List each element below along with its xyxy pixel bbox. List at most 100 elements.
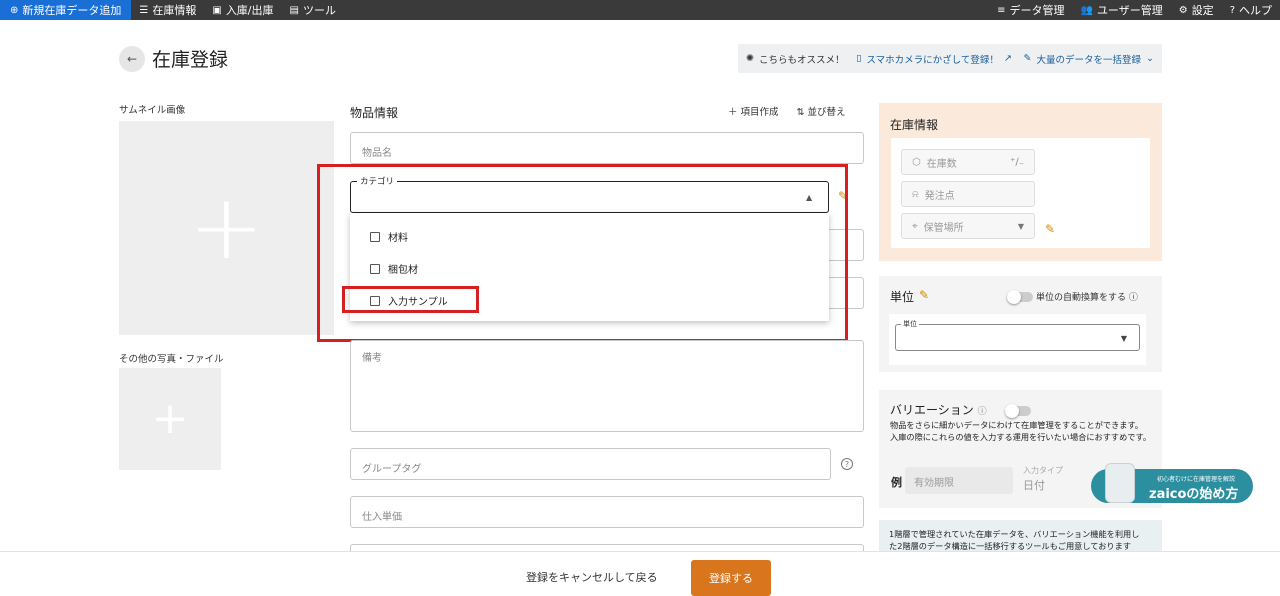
sort-button[interactable]: ⇅ 並び替え [797, 104, 846, 118]
nav-tools[interactable]: ▤ ツール [282, 0, 344, 20]
caret-down-icon: ▼ [1017, 221, 1024, 231]
nav-help-label: ヘルプ [1239, 4, 1272, 17]
recommend-label: こちらもオススメ！ [758, 54, 845, 66]
nav-inout-label: 入庫/出庫 [225, 4, 274, 17]
bell-icon: ⍾ [912, 188, 919, 200]
pencil-icon: ✎ [1023, 53, 1032, 64]
variation-toggle[interactable] [1005, 404, 1031, 418]
variation-description: 物品をさらに細かいデータにわけて在庫管理をすることができます。 入庫の際にこれら… [890, 420, 1158, 443]
bulk-register-link[interactable]: 大量のデータを一括登録 [1037, 52, 1142, 66]
lightbulb-icon: ✺ [746, 53, 754, 64]
notice-line1: 1階層で管理されていた在庫データを、バリエーション機能を利用し [889, 529, 1140, 539]
new-item-button[interactable]: ⊕ 新規在庫データ追加 [0, 0, 132, 20]
input-type-value[interactable]: 日付 [1023, 477, 1045, 493]
nav-data-management-label: データ管理 [1009, 4, 1065, 17]
person-icon [1105, 463, 1135, 503]
variation-example-input[interactable]: 有効期限 [905, 467, 1013, 494]
sort-icon: ⇅ [796, 107, 808, 118]
stock-info-title: 在庫情報 [890, 118, 939, 132]
toolbox-icon: ▤ [289, 4, 299, 16]
sort-label: 並び替え [807, 107, 846, 118]
add-field-label: 項目作成 [740, 107, 779, 118]
thumbnail-upload[interactable]: + [119, 121, 334, 335]
other-files-upload[interactable]: + [119, 368, 221, 470]
gear-icon: ⚙ [1178, 4, 1188, 16]
edit-unit-icon[interactable]: ✎ [919, 288, 929, 302]
stock-info-body: ⬡ 在庫数 ⁺∕₋ ⍾ 発注点 ⌖ 保管場所 ▼ ✎ [891, 138, 1150, 248]
reorder-point-field[interactable]: ⍾ 発注点 [901, 181, 1035, 207]
page-title: 在庫登録 [152, 49, 229, 71]
external-link-icon: ↗ [1003, 53, 1012, 64]
nav-user-management[interactable]: 👥 ユーザー管理 [1072, 0, 1170, 20]
zaico-guide-title: zaicoの始め方 [1149, 487, 1239, 502]
plus-circle-icon: ⊕ [10, 4, 19, 16]
reorder-point-label: 発注点 [924, 190, 955, 202]
dolly-icon: ▣ [212, 4, 222, 16]
caret-down-icon: ▼ [1120, 334, 1127, 343]
plus-icon: + [151, 393, 189, 444]
location-label: 保管場所 [923, 222, 964, 234]
unit-auto-toggle[interactable] [1007, 290, 1033, 304]
unit-select-label: 単位 [901, 319, 919, 329]
item-name-placeholder: 物品名 [362, 148, 392, 159]
group-tag-input[interactable]: グループタグ [350, 448, 831, 480]
help-icon: ? [1229, 4, 1235, 16]
add-field-button[interactable]: ＋ 項目作成 [728, 104, 779, 118]
back-button[interactable]: ← [119, 46, 145, 72]
purchase-price-placeholder: 仕入単価 [362, 512, 402, 523]
help-icon[interactable]: ⓘ [1129, 293, 1138, 303]
stock-quantity-field[interactable]: ⬡ 在庫数 ⁺∕₋ [901, 149, 1035, 175]
unit-title: 単位 [890, 290, 915, 304]
nav-help[interactable]: ? ヘルプ [1222, 0, 1280, 20]
chevron-down-icon: ⌄ [1146, 53, 1154, 64]
data-icon: ≡ [997, 4, 1006, 16]
variation-example-label: 例 [891, 476, 902, 489]
recommend-bar: ✺ こちらもオススメ！ ▯ スマホカメラにかざして登録！ ↗ ✎ 大量のデータを… [738, 44, 1162, 73]
stock-quantity-label: 在庫数 [926, 158, 957, 170]
memo-textarea[interactable]: 備考 [350, 340, 864, 432]
zaico-guide-subtitle: 初心者むけに在庫管理を解説 [1157, 476, 1236, 483]
memo-placeholder: 備考 [362, 353, 382, 364]
unit-auto-label: 単位の自動換算をする ⓘ [1036, 290, 1138, 303]
help-icon[interactable]: ? [841, 458, 853, 470]
nav-inventory[interactable]: ☰ 在庫情報 [131, 0, 204, 20]
plus-icon: + [188, 175, 265, 280]
stock-info-panel: 在庫情報 ⬡ 在庫数 ⁺∕₋ ⍾ 発注点 ⌖ 保管場所 ▼ ✎ [879, 103, 1162, 261]
variation-desc-line1: 物品をさらに細かいデータにわけて在庫管理をすることができます。 [890, 420, 1143, 430]
other-files-label: その他の写真・ファイル [119, 354, 224, 365]
cancel-button[interactable]: 登録をキャンセルして戻る [526, 569, 658, 585]
group-tag-placeholder: グループタグ [362, 464, 422, 475]
item-info-title: 物品情報 [350, 106, 399, 120]
box-icon: ⬡ [912, 156, 921, 168]
thumbnail-label: サムネイル画像 [119, 105, 186, 116]
list-icon: ☰ [139, 4, 149, 16]
top-nav: ⊕ 新規在庫データ追加 ☰ 在庫情報 ▣ 入庫/出庫 ▤ ツール ≡ データ管理… [0, 0, 1280, 20]
item-name-input[interactable]: 物品名 [350, 132, 864, 164]
purchase-price-input[interactable]: 仕入単価 [350, 496, 864, 528]
variation-title-text: バリエーション [890, 403, 974, 417]
unit-panel: 単位 ✎ 単位の自動換算をする ⓘ ▼ 単位 [879, 276, 1162, 372]
unit-select-container: ▼ 単位 [889, 314, 1146, 365]
nav-settings-label: 設定 [1191, 4, 1214, 17]
unit-auto-text: 単位の自動換算をする [1036, 293, 1127, 303]
zaico-guide-badge[interactable]: 初心者むけに在庫管理を解説 zaicoの始め方 [1091, 463, 1253, 503]
variation-title: バリエーション ⓘ [890, 401, 987, 418]
camera-register-link[interactable]: スマホカメラにかざして登録！ [866, 52, 998, 66]
help-icon[interactable]: ⓘ [978, 407, 987, 417]
submit-button[interactable]: 登録する [691, 560, 771, 596]
variation-desc-line2: 入庫の際にこれらの値を入力する運用を行いたい場合におすすめです。 [890, 431, 1152, 442]
location-select[interactable]: ⌖ 保管場所 ▼ [901, 213, 1035, 239]
form-actions: ＋ 項目作成 ⇅ 並び替え [728, 104, 846, 118]
nav-inout[interactable]: ▣ 入庫/出庫 [204, 0, 281, 20]
nav-data-management[interactable]: ≡ データ管理 [989, 0, 1072, 20]
unit-select[interactable]: ▼ [895, 324, 1140, 351]
nav-settings[interactable]: ⚙ 設定 [1171, 0, 1222, 20]
plus-icon: ＋ [728, 107, 741, 118]
arrow-left-icon: ← [126, 52, 138, 66]
plus-minus-icon[interactable]: ⁺∕₋ [1010, 157, 1024, 168]
edit-location-icon[interactable]: ✎ [1045, 222, 1055, 236]
footer-bar: 登録をキャンセルして戻る 登録する [0, 551, 1280, 596]
input-type-label: 入力タイプ [1023, 466, 1063, 475]
highlight-box-category [317, 164, 848, 342]
nav-user-management-label: ユーザー管理 [1096, 4, 1163, 17]
